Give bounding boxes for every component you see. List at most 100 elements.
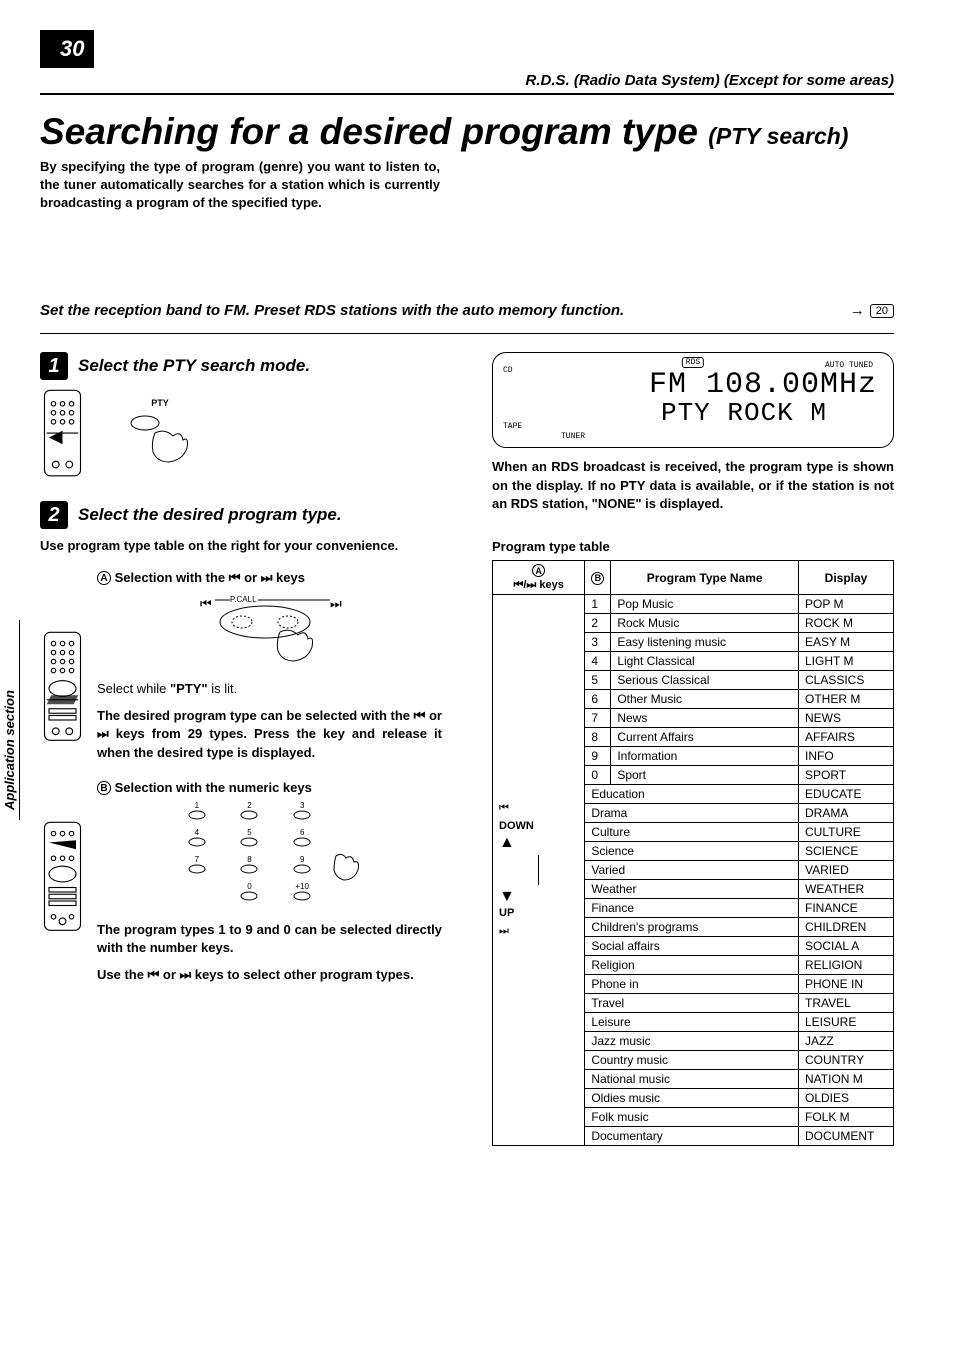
line1-pre: Select while [97, 681, 170, 696]
display-code: CULTURE [799, 823, 894, 842]
display-code: CLASSICS [799, 671, 894, 690]
display-code: NATION M [799, 1070, 894, 1089]
prerequisite-line: Set the reception band to FM. Preset RDS… [40, 302, 894, 319]
display-code: PHONE IN [799, 975, 894, 994]
display-code: SPORT [799, 766, 894, 785]
skip-prev-icon: ⏮ [499, 800, 578, 818]
display-code: SCIENCE [799, 842, 894, 861]
table-caption: Program type table [492, 539, 894, 554]
rds-note: When an RDS broadcast is received, the p… [492, 458, 894, 513]
left-column: 1 Select the PTY search mode. PTY 2 [40, 352, 442, 1146]
cd-label: CD [503, 363, 522, 379]
program-type-name: Travel [585, 994, 799, 1013]
display-code: SOCIAL A [799, 937, 894, 956]
skip-prev-icon: ⏮ [229, 570, 241, 585]
tuner-display-panel: RDS CD TAPE AUTO TUNED FM 108.00MHz PTY … [492, 352, 894, 448]
step-2b-heading: B Selection with the numeric keys [97, 780, 442, 796]
col-a-sublabel: ⏮/⏭ keys [513, 579, 563, 591]
svg-text:⏮: ⏮ [200, 596, 212, 611]
page-reference: → 20 [850, 302, 894, 319]
tuner-label: TUNER [561, 432, 585, 441]
table-row: ⏮DOWN▲▼UP⏭1Pop MusicPOP M [493, 595, 894, 614]
row-number: 1 [585, 595, 611, 614]
step-2-header: 2 Select the desired program type. [40, 501, 442, 529]
pty-button-illustration: PTY [125, 398, 195, 473]
step-1-badge: 1 [40, 352, 68, 380]
arrow-up-icon: ▲ [499, 835, 578, 851]
press-button-icon [125, 408, 195, 468]
display-code: RELIGION [799, 956, 894, 975]
title-sub: (PTY search) [708, 123, 848, 149]
thin-rule [40, 333, 894, 334]
program-type-name: Folk music [585, 1108, 799, 1127]
program-type-name: Oldies music [585, 1089, 799, 1108]
step-2a-suffix: keys [272, 570, 305, 585]
page-title: Searching for a desired program type (PT… [40, 113, 894, 152]
program-type-name: Sport [611, 766, 799, 785]
key-3: 3 [285, 801, 320, 822]
program-type-name: Documentary [585, 1127, 799, 1146]
program-type-name: News [611, 709, 799, 728]
program-type-name: Current Affairs [611, 728, 799, 747]
display-code: POP M [799, 595, 894, 614]
program-type-name: Serious Classical [611, 671, 799, 690]
display-code: OLDIES [799, 1089, 894, 1108]
up-label: UP [499, 905, 578, 923]
step-2a-line1: Select while "PTY" is lit. [97, 680, 442, 698]
row-number: 5 [585, 671, 611, 690]
down-label: DOWN [499, 818, 578, 836]
key-2: 2 [232, 801, 267, 822]
header-rule [40, 93, 894, 95]
display-code: EASY M [799, 633, 894, 652]
display-code: INFO [799, 747, 894, 766]
program-type-name: Jazz music [585, 1032, 799, 1051]
key-8: 8 [232, 855, 267, 876]
arrow-right-icon: → [850, 302, 865, 319]
skip-next-icon: ⏭ [261, 570, 273, 585]
step-2a-para: The desired program type can be selected… [97, 707, 442, 762]
program-type-table: A ⏮/⏭ keys B Program Type Name Display ⏮… [492, 560, 894, 1147]
program-type-name: Culture [585, 823, 799, 842]
display-code: OTHER M [799, 690, 894, 709]
step-2-title: Select the desired program type. [78, 505, 342, 525]
remote-control-icon [40, 388, 85, 483]
key-4: 4 [180, 828, 215, 849]
program-type-name: Information [611, 747, 799, 766]
tape-label: TAPE [503, 419, 522, 435]
row-number: 7 [585, 709, 611, 728]
program-type-name: Weather [585, 880, 799, 899]
program-type-name: Finance [585, 899, 799, 918]
numeric-keypad-illustration: 1 2 3 4 5 6 7 8 9 0 [97, 801, 442, 911]
pty-label: PTY [125, 398, 195, 408]
display-code: ROCK M [799, 614, 894, 633]
page-number: 30 [40, 30, 94, 68]
page-ref-number: 20 [870, 304, 894, 318]
display-code: CHILDREN [799, 918, 894, 937]
step-2-badge: 2 [40, 501, 68, 529]
hand-press-icon [328, 848, 364, 884]
program-type-name: Other Music [611, 690, 799, 709]
circled-b-icon: B [97, 781, 111, 795]
row-number: 0 [585, 766, 611, 785]
display-code: LIGHT M [799, 652, 894, 671]
step-2a-row: A Selection with the ⏮ or ⏭ keys P.CALL … [40, 570, 442, 770]
prereq-text: Set the reception band to FM. Preset RDS… [40, 302, 624, 319]
key-7: 7 [180, 855, 215, 876]
display-code: WEATHER [799, 880, 894, 899]
key-5: 5 [232, 828, 267, 849]
line1-post: is lit. [208, 681, 238, 696]
program-type-name: Light Classical [611, 652, 799, 671]
step-2b-heading-text: Selection with the numeric keys [115, 780, 312, 795]
remote-control-icon [40, 630, 85, 770]
display-line-2: PTY ROCK M [503, 400, 883, 426]
step-2-intro: Use program type table on the right for … [40, 537, 442, 555]
key-1: 1 [180, 801, 215, 822]
row-number: 6 [585, 690, 611, 709]
section-side-tab: Application section [0, 620, 20, 820]
display-code: EDUCATE [799, 785, 894, 804]
display-code: FINANCE [799, 899, 894, 918]
line1-bold: "PTY" [170, 681, 208, 696]
display-code: VARIED [799, 861, 894, 880]
arrow-down-icon: ▼ [499, 889, 578, 905]
program-type-name: Drama [585, 804, 799, 823]
